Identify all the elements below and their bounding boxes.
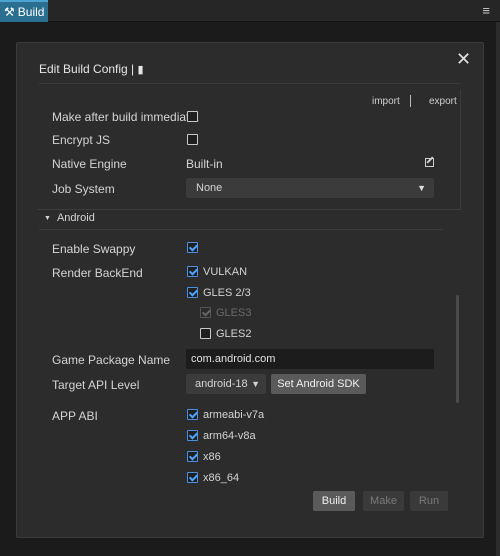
target-api-level-select[interactable]: android-18 ▼ xyxy=(186,374,266,394)
encrypt-js-label: Encrypt JS xyxy=(52,133,111,147)
build-config-dialog: Edit Build Config | ▮ ✕ import export Ma… xyxy=(16,42,484,538)
build-tab[interactable]: ⚒ Build xyxy=(0,0,48,22)
scrollbar[interactable] xyxy=(456,295,459,403)
abi-armeabi-v7a-checkbox[interactable] xyxy=(187,409,198,420)
game-package-name-label: Game Package Name xyxy=(52,353,171,367)
dialog-title-text: Edit Build Config | xyxy=(39,62,135,76)
title-divider xyxy=(39,83,461,84)
render-backend-label: Render BackEnd xyxy=(52,266,143,280)
target-api-level-value: android-18 xyxy=(195,378,248,390)
set-android-sdk-button[interactable]: Set Android SDK xyxy=(271,374,366,394)
hammer-icon: ⚒ xyxy=(4,5,15,19)
edit-icon[interactable] xyxy=(425,158,434,167)
build-button[interactable]: Build xyxy=(313,491,355,511)
window-edge xyxy=(496,22,500,556)
abi-x86-checkbox[interactable] xyxy=(187,451,198,462)
run-button[interactable]: Run xyxy=(410,491,448,511)
abi-x86-64-label: x86_64 xyxy=(203,472,240,484)
gles23-checkbox[interactable] xyxy=(187,287,198,298)
android-section-label: Android xyxy=(56,212,95,224)
enable-swappy-label: Enable Swappy xyxy=(52,242,136,256)
job-system-value: None xyxy=(196,182,223,194)
gles2-label: GLES2 xyxy=(216,328,252,340)
job-system-label: Job System xyxy=(52,182,115,196)
make-after-build-checkbox[interactable] xyxy=(187,111,198,122)
target-api-level-label: Target API Level xyxy=(52,378,140,392)
enable-swappy-checkbox[interactable] xyxy=(187,242,198,253)
vulkan-label: VULKAN xyxy=(203,266,248,278)
gles23-label: GLES 2/3 xyxy=(203,287,251,299)
make-after-build-label: Make after build immediat... xyxy=(52,110,200,124)
link-divider xyxy=(410,95,411,107)
close-icon[interactable]: ✕ xyxy=(456,50,471,68)
dialog-title: Edit Build Config | ▮ xyxy=(39,62,144,76)
job-system-select[interactable]: None ▼ xyxy=(186,178,434,198)
book-icon[interactable]: ▮ xyxy=(138,64,144,76)
chevron-down-icon: ▼ xyxy=(417,183,426,193)
android-section-toggle[interactable]: ▼ Android xyxy=(44,212,95,224)
chevron-down-icon: ▼ xyxy=(251,379,260,389)
abi-armeabi-v7a-label: armeabi-v7a xyxy=(203,409,265,421)
import-link[interactable]: import xyxy=(372,96,400,107)
android-divider xyxy=(39,229,443,230)
caret-down-icon: ▼ xyxy=(44,214,51,222)
encrypt-js-checkbox[interactable] xyxy=(187,134,198,145)
vulkan-checkbox[interactable] xyxy=(187,266,198,277)
export-link[interactable]: export xyxy=(429,96,457,107)
abi-x86-64-checkbox[interactable] xyxy=(187,472,198,483)
gles3-label: GLES3 xyxy=(216,307,252,319)
make-button[interactable]: Make xyxy=(363,491,404,511)
game-package-name-value: com.android.com xyxy=(191,353,276,365)
native-engine-value: Built-in xyxy=(186,157,223,171)
top-bar: ⚒ Build ≡ xyxy=(0,0,500,22)
abi-arm64-v8a-checkbox[interactable] xyxy=(187,430,198,441)
build-tab-label: Build xyxy=(17,5,45,19)
hamburger-icon[interactable]: ≡ xyxy=(482,3,490,18)
app-abi-label: APP ABI xyxy=(52,409,98,423)
abi-x86-label: x86 xyxy=(203,451,221,463)
gles2-checkbox[interactable] xyxy=(200,328,211,339)
native-engine-label: Native Engine xyxy=(52,157,127,171)
game-package-name-input[interactable]: com.android.com xyxy=(186,349,434,369)
abi-arm64-v8a-label: arm64-v8a xyxy=(203,430,256,442)
gles3-checkbox[interactable] xyxy=(200,307,211,318)
